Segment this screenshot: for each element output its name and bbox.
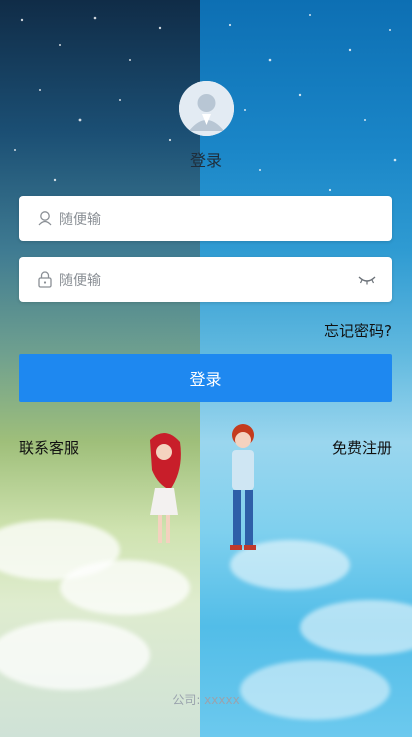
forgot-password-link[interactable]: 忘记密码?	[324, 320, 392, 341]
username-input[interactable]	[57, 196, 361, 243]
eye-closed-icon[interactable]	[357, 272, 377, 286]
cloud-decoration	[60, 560, 190, 615]
avatar	[179, 81, 234, 136]
user-icon	[38, 211, 52, 226]
page-title: 登录	[189, 151, 222, 170]
cloud-decoration	[240, 660, 390, 720]
cloud-decoration	[230, 540, 350, 590]
login-screen: 登录 忘记密码? 登录 联系客服 免费注册 公司: xxxxx	[0, 0, 412, 737]
login-button[interactable]: 登录	[19, 354, 392, 402]
password-input[interactable]	[57, 257, 361, 304]
contact-support-link[interactable]: 联系客服	[19, 437, 79, 458]
password-field[interactable]	[19, 257, 392, 304]
avatar-icon	[179, 81, 234, 136]
register-link[interactable]: 免费注册	[332, 437, 392, 458]
username-field[interactable]	[19, 196, 392, 243]
footer-company: 公司: xxxxx	[172, 693, 240, 707]
lock-icon	[38, 271, 52, 288]
